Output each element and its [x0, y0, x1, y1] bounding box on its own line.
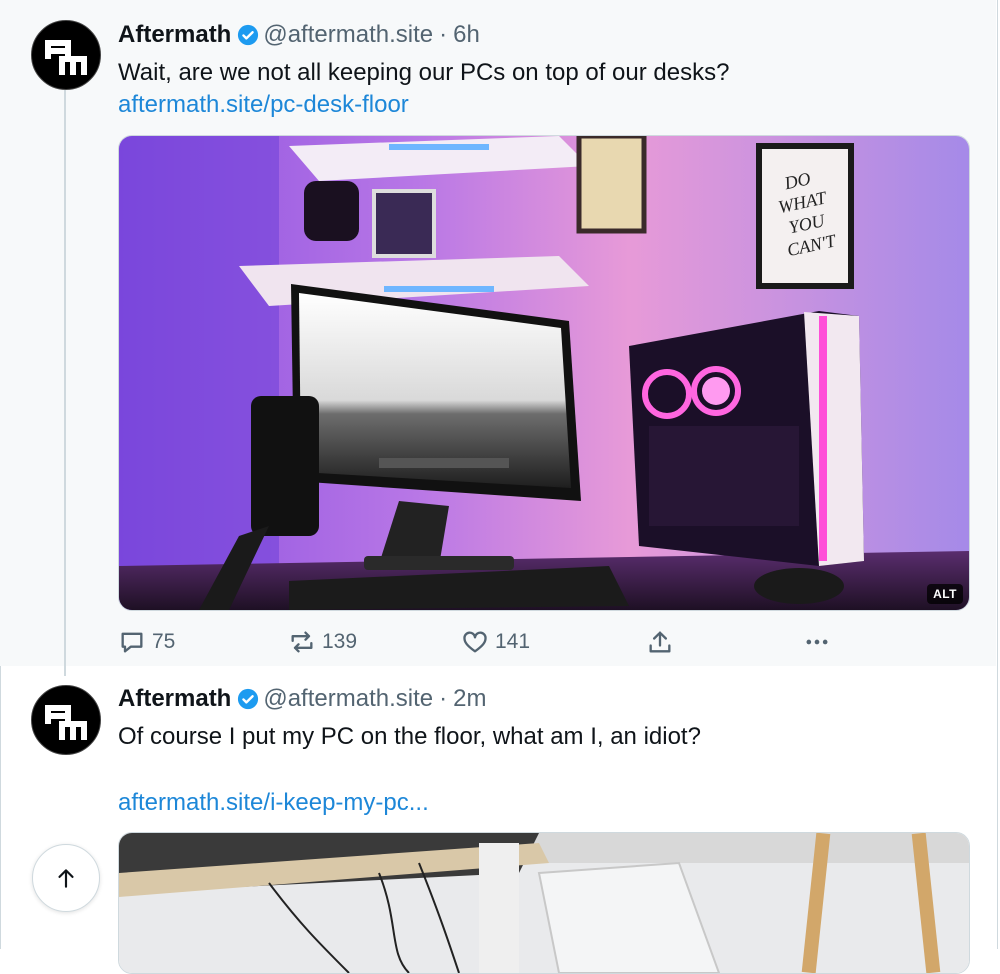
share-button[interactable]	[646, 628, 680, 656]
author-avatar[interactable]	[31, 685, 101, 755]
post-header: Aftermath @aftermath.site · 6h	[118, 20, 480, 50]
heart-icon	[463, 631, 487, 653]
post-link[interactable]: aftermath.site/pc-desk-floor	[118, 91, 409, 119]
post-2[interactable]: Aftermath @aftermath.site · 2m Of course…	[0, 666, 996, 974]
post-link[interactable]: aftermath.site/i-keep-my-pc...	[118, 789, 429, 817]
repost-button[interactable]: 139	[288, 628, 357, 656]
more-options-button[interactable]	[803, 628, 837, 656]
pc-floor-photo	[119, 833, 969, 973]
author-handle[interactable]: @aftermath.site	[263, 685, 433, 713]
post-timestamp[interactable]: 2m	[453, 685, 486, 713]
verified-badge-icon	[238, 688, 259, 710]
post-image[interactable]: DO WHAT YOU CAN'T ALT	[118, 135, 970, 611]
post-header: Aftermath @aftermath.site · 2m	[118, 684, 486, 714]
author-avatar[interactable]	[31, 20, 101, 90]
post-1[interactable]: Aftermath @aftermath.site · 6h Wait, are…	[0, 0, 996, 666]
author-handle[interactable]: @aftermath.site	[263, 21, 433, 49]
repost-icon	[291, 631, 313, 653]
gaming-setup-photo: DO WHAT YOU CAN'T	[119, 136, 969, 610]
reply-count: 75	[152, 630, 176, 653]
verified-badge-icon	[238, 24, 259, 46]
author-name[interactable]: Aftermath	[118, 21, 231, 49]
alt-text-badge[interactable]: ALT	[927, 584, 963, 604]
reply-button[interactable]: 75	[118, 628, 175, 656]
aftermath-logo	[33, 687, 99, 753]
repost-count: 139	[322, 630, 358, 653]
like-count: 141	[495, 630, 531, 653]
like-button[interactable]: 141	[461, 628, 530, 656]
more-icon	[806, 639, 828, 645]
post-text: Wait, are we not all keeping our PCs on …	[118, 59, 730, 86]
aftermath-logo	[33, 22, 99, 88]
author-name[interactable]: Aftermath	[118, 685, 231, 713]
post-timestamp[interactable]: 6h	[453, 21, 480, 49]
arrow-up-icon	[58, 869, 74, 888]
separator-dot: ·	[439, 21, 448, 48]
reply-icon	[121, 632, 143, 653]
separator-dot: ·	[439, 685, 448, 712]
share-icon	[649, 631, 671, 653]
post-text: Of course I put my PC on the floor, what…	[118, 723, 701, 750]
post-actions: 75 139 141	[118, 628, 838, 662]
scroll-to-top-button[interactable]	[32, 844, 100, 912]
post-image[interactable]	[118, 832, 970, 974]
